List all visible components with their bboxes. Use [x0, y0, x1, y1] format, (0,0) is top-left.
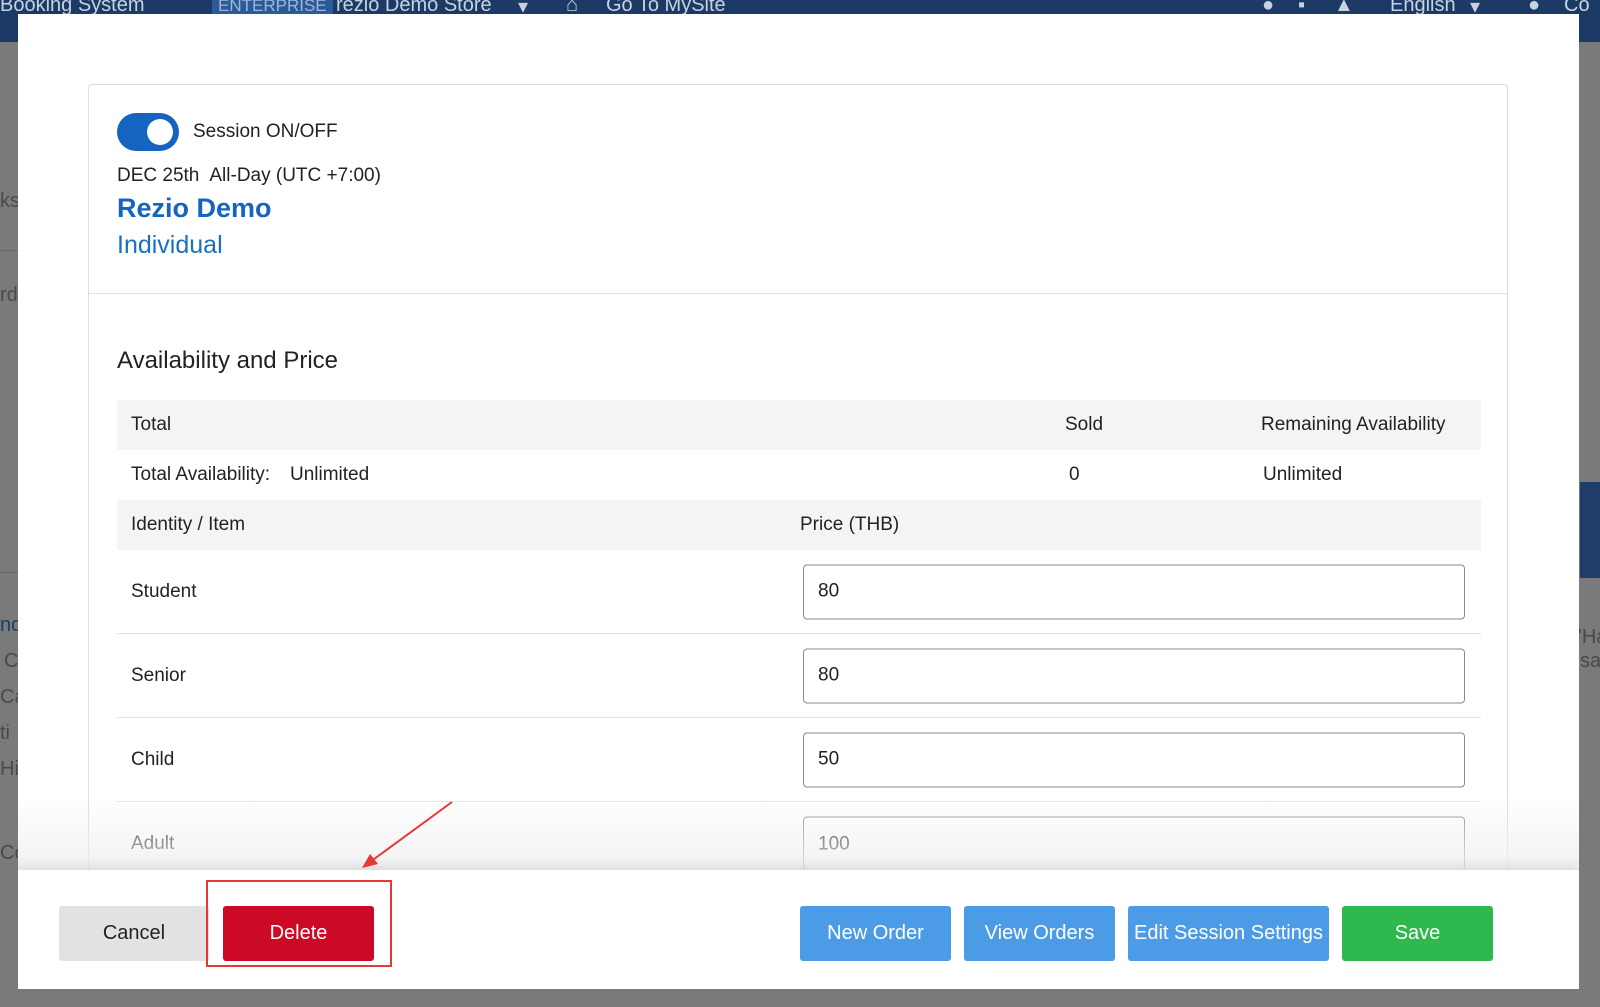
header-remaining: Remaining Availability	[1261, 414, 1446, 435]
total-availability-label: Total Availability:	[131, 464, 271, 485]
table-row: Student	[117, 550, 1481, 634]
session-date-line: DEC 25th All-Day (UTC +7:00)	[117, 165, 381, 187]
remaining-value: Unlimited	[1263, 464, 1343, 485]
product-name: Rezio Demo	[117, 193, 272, 223]
session-toggle-label: Session ON/OFF	[193, 121, 338, 142]
availability-table: Total Sold Remaining Availability Total …	[117, 400, 1481, 886]
bg-content-fragment: 'Ha	[1578, 626, 1600, 648]
header-sold: Sold	[1065, 414, 1104, 435]
header-price: Price (THB)	[800, 514, 900, 535]
bg-highlight-block	[1580, 482, 1600, 578]
section-title: Availability and Price	[117, 347, 339, 374]
bg-divider	[0, 250, 18, 251]
item-name: Child	[131, 748, 175, 770]
session-time: All-Day (UTC +7:00)	[209, 165, 381, 186]
header-identity: Identity / Item	[131, 514, 246, 535]
table-header-row: Total Sold Remaining Availability	[117, 400, 1481, 450]
item-name: Student	[131, 580, 197, 602]
price-input-senior[interactable]	[803, 648, 1465, 703]
price-input-child[interactable]	[803, 732, 1465, 787]
view-orders-button[interactable]: View Orders	[964, 906, 1115, 961]
bg-nav-fragment: rd	[0, 284, 18, 306]
session-modal: Session ON/OFF DEC 25th All-Day (UTC +7:0…	[18, 14, 1579, 989]
toggle-knob	[147, 119, 173, 145]
bg-nav-fragment: ks	[0, 190, 20, 212]
table-row: Senior	[117, 634, 1481, 718]
session-toggle[interactable]	[117, 113, 179, 151]
bg-nav-fragment: C	[4, 650, 19, 672]
bg-divider	[0, 572, 18, 573]
item-header-row: Identity / Item Price (THB)	[117, 500, 1481, 550]
bg-nav-fragment: Hi	[0, 758, 19, 780]
total-availability-row: Total Availability: Unlimited 0 Unlimite…	[117, 450, 1481, 500]
save-button[interactable]: Save	[1342, 906, 1493, 961]
price-input-adult[interactable]	[803, 816, 1465, 872]
edit-session-settings-button[interactable]: Edit Session Settings	[1128, 906, 1329, 961]
bg-content-fragment: sa	[1580, 650, 1600, 672]
item-name: Adult	[131, 833, 175, 854]
total-availability-value: Unlimited	[290, 464, 370, 485]
sold-value: 0	[1069, 464, 1080, 485]
session-card: Session ON/OFF DEC 25th All-Day (UTC +7:0…	[88, 84, 1508, 989]
item-name: Senior	[131, 664, 186, 686]
new-order-button[interactable]: New Order	[800, 906, 951, 961]
table-row: Child	[117, 718, 1481, 802]
price-input-student[interactable]	[803, 564, 1465, 619]
delete-button[interactable]: Delete	[223, 906, 374, 961]
cancel-button[interactable]: Cancel	[59, 906, 209, 961]
product-type: Individual	[117, 231, 223, 259]
session-date: DEC 25th	[117, 165, 200, 186]
card-divider	[89, 293, 1507, 294]
bg-nav-fragment: ti	[0, 722, 10, 744]
modal-footer: Cancel Delete New Order View Orders Edit…	[18, 870, 1579, 989]
header-total: Total	[131, 414, 172, 435]
